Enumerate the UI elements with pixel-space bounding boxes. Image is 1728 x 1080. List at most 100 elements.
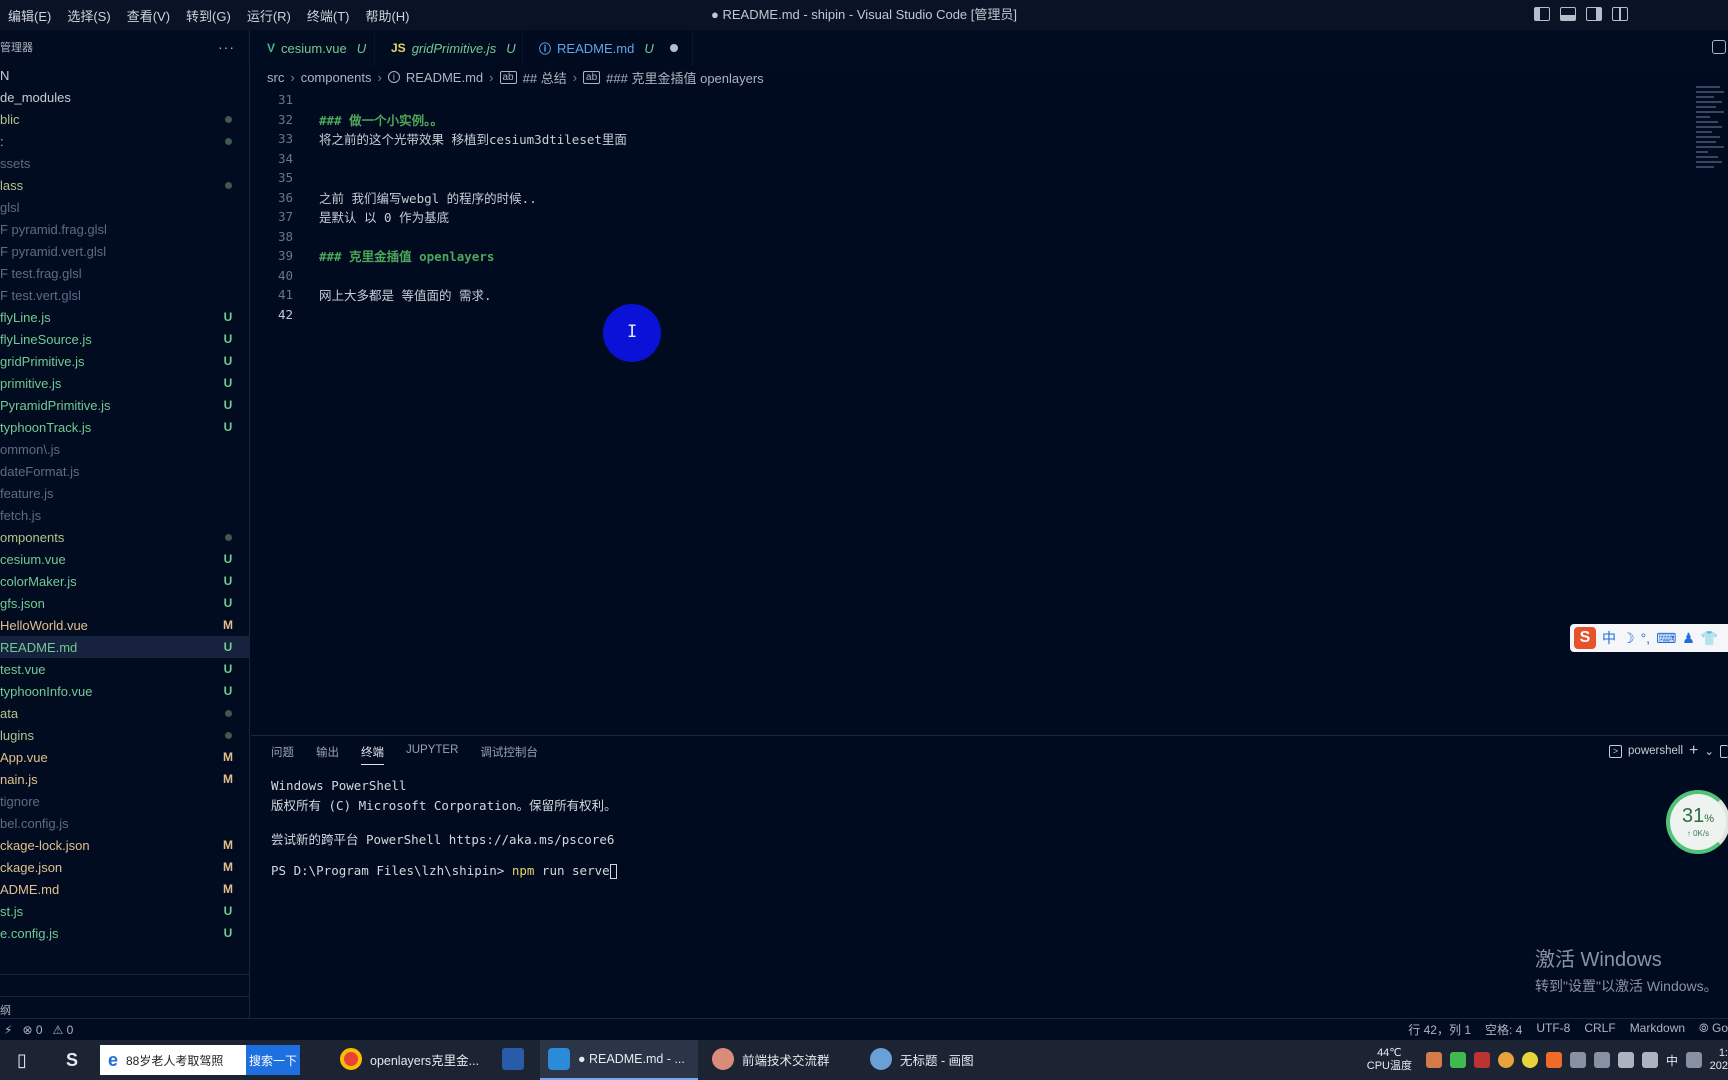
code-line[interactable]: 35 bbox=[251, 168, 1651, 187]
tree-item[interactable]: gfs.json U bbox=[0, 592, 250, 614]
ime-toolbar[interactable]: S 中 ☽ °, ⌨ ♟ 👕 bbox=[1570, 624, 1728, 652]
tree-item[interactable]: ommon\.js bbox=[0, 438, 250, 460]
code-line[interactable]: 31 bbox=[251, 90, 1651, 109]
code-line[interactable]: 37 是默认 以 0 作为基底 bbox=[251, 207, 1651, 226]
tree-item[interactable]: F test.vert.glsl bbox=[0, 284, 250, 306]
terminal-output[interactable]: Windows PowerShell 版权所有 (C) Microsoft Co… bbox=[271, 778, 617, 880]
tab-jupyter[interactable]: JUPYTER bbox=[406, 744, 458, 765]
breadcrumb-section-2[interactable]: ### 克里金插值 openlayers bbox=[606, 68, 764, 87]
tree-item[interactable]: e.config.js U bbox=[0, 922, 250, 944]
breadcrumb-src[interactable]: src bbox=[267, 70, 284, 85]
ime-punct-icon[interactable]: °, bbox=[1641, 630, 1651, 646]
tray-app-icon[interactable] bbox=[1497, 1052, 1514, 1068]
network-speed-widget[interactable]: 31% ↑ 0K/s bbox=[1666, 790, 1728, 854]
go-live[interactable]: ⦾ Go bbox=[1699, 1021, 1728, 1038]
tray-app-icon[interactable] bbox=[1473, 1052, 1490, 1068]
ime-moon-icon[interactable]: ☽ bbox=[1622, 630, 1635, 647]
tree-item[interactable]: N bbox=[0, 64, 250, 86]
code-line[interactable]: 41 网上大多都是 等值面的 需求. bbox=[251, 285, 1651, 304]
ime-keyboard-icon[interactable]: ⌨ bbox=[1656, 630, 1676, 647]
usb-icon[interactable] bbox=[1593, 1052, 1610, 1068]
tree-item[interactable]: typhoonInfo.vue U bbox=[0, 680, 250, 702]
tree-item[interactable]: glsl bbox=[0, 196, 250, 218]
new-terminal-icon[interactable]: + bbox=[1689, 742, 1698, 760]
more-actions-icon[interactable]: ··· bbox=[218, 39, 235, 55]
tree-item[interactable]: lass bbox=[0, 174, 250, 196]
tab-problems[interactable]: 问题 bbox=[271, 744, 294, 765]
tree-item[interactable]: bel.config.js bbox=[0, 812, 250, 834]
code-editor[interactable]: 31 32 ### 做一个小实例。。 33 将之前的这个光带效果 移植到cesium3d… bbox=[251, 90, 1691, 730]
code-line[interactable]: 34 bbox=[251, 149, 1651, 168]
tree-item[interactable]: F pyramid.frag.glsl bbox=[0, 218, 250, 240]
menu-run[interactable]: 运行(R) bbox=[239, 6, 299, 25]
code-line[interactable]: 33 将之前的这个光带效果 移植到cesium3dtileset里面 bbox=[251, 129, 1651, 148]
menu-go[interactable]: 转到(G) bbox=[178, 6, 239, 25]
ime-chinese-icon[interactable]: 中 bbox=[1602, 628, 1616, 648]
unsaved-dot-icon[interactable] bbox=[669, 44, 678, 52]
sogou-logo-icon[interactable]: S bbox=[1574, 627, 1596, 649]
tree-item[interactable]: F pyramid.vert.glsl bbox=[0, 240, 250, 262]
tree-item[interactable]: PyramidPrimitive.js U bbox=[0, 394, 250, 416]
tree-item[interactable]: README.md U bbox=[0, 636, 250, 658]
tray-app-icon[interactable] bbox=[1545, 1052, 1562, 1068]
toggle-panel-icon[interactable] bbox=[1560, 7, 1576, 21]
encoding[interactable]: UTF-8 bbox=[1536, 1021, 1570, 1038]
tab-terminal[interactable]: 终端 bbox=[361, 744, 384, 765]
tree-item[interactable]: omponents bbox=[0, 526, 250, 548]
tree-item[interactable]: dateFormat.js bbox=[0, 460, 250, 482]
code-line[interactable]: 32 ### 做一个小实例。。 bbox=[251, 110, 1651, 129]
tray-app-icon[interactable] bbox=[1425, 1052, 1442, 1068]
tree-item[interactable]: ssets bbox=[0, 152, 250, 174]
code-line[interactable]: 39 ### 克里金插值 openlayers bbox=[251, 246, 1651, 265]
tree-item[interactable]: lugins bbox=[0, 724, 250, 746]
search-button[interactable]: 搜索一下 bbox=[246, 1045, 300, 1075]
volume-icon[interactable] bbox=[1617, 1052, 1634, 1068]
terminal-shell-name[interactable]: powershell bbox=[1628, 745, 1683, 757]
toggle-sidebar-icon[interactable] bbox=[1534, 7, 1550, 21]
warning-count[interactable]: ⚠ 0 bbox=[53, 1023, 74, 1037]
sogou-tray-icon[interactable]: S bbox=[52, 1040, 92, 1080]
tree-item[interactable]: ckage.json M bbox=[0, 856, 250, 878]
tree-item[interactable]: test.vue U bbox=[0, 658, 250, 680]
outline-section[interactable]: 纲 bbox=[0, 1002, 11, 1018]
cursor-position[interactable]: 行 42，列 1 bbox=[1408, 1021, 1471, 1038]
breadcrumb-components[interactable]: components bbox=[301, 70, 372, 85]
menu-view[interactable]: 查看(V) bbox=[119, 6, 178, 25]
tree-item[interactable]: flyLineSource.js U bbox=[0, 328, 250, 350]
clock[interactable]: 1: 202 bbox=[1710, 1047, 1728, 1073]
keyboard-icon[interactable] bbox=[1686, 1052, 1702, 1068]
taskbar-app-powershell[interactable] bbox=[494, 1040, 534, 1080]
tree-item[interactable]: HelloWorld.vue M bbox=[0, 614, 250, 636]
tab-output[interactable]: 输出 bbox=[316, 744, 339, 765]
tree-item[interactable]: feature.js bbox=[0, 482, 250, 504]
chevron-down-icon[interactable]: ⌄ bbox=[1704, 744, 1714, 758]
tree-item[interactable]: primitive.js U bbox=[0, 372, 250, 394]
tab-debug-console[interactable]: 调试控制台 bbox=[480, 744, 538, 765]
breadcrumb-file[interactable]: README.md bbox=[406, 70, 483, 85]
taskbar-app-chrome[interactable]: openlayers克里金... bbox=[332, 1040, 482, 1080]
tree-item[interactable]: colorMaker.js U bbox=[0, 570, 250, 592]
editor-tab[interactable]: Vcesium.vue U bbox=[251, 30, 375, 66]
tree-item[interactable]: flyLine.js U bbox=[0, 306, 250, 328]
editor-tab[interactable]: ⓘ README.md U bbox=[523, 30, 693, 66]
tray-app-icon[interactable] bbox=[1521, 1052, 1538, 1068]
menu-help[interactable]: 帮助(H) bbox=[357, 6, 417, 25]
editor-tab[interactable]: JS gridPrimitive.js U bbox=[375, 30, 523, 66]
tree-item[interactable]: tignore bbox=[0, 790, 250, 812]
indentation[interactable]: 空格: 4 bbox=[1485, 1021, 1522, 1038]
wechat-icon[interactable] bbox=[1449, 1052, 1466, 1068]
tree-item[interactable]: fetch.js bbox=[0, 504, 250, 526]
taskbar-search[interactable]: e 88岁老人考取驾照 搜索一下 bbox=[100, 1045, 300, 1075]
tree-item[interactable]: ata bbox=[0, 702, 250, 724]
code-line[interactable]: 36 之前 我们编写webgl 的程序的时候.. bbox=[251, 188, 1651, 207]
toggle-secondary-sidebar-icon[interactable] bbox=[1586, 7, 1602, 21]
editor-actions-icon[interactable] bbox=[1712, 40, 1726, 54]
minimap[interactable] bbox=[1696, 86, 1726, 176]
menu-selection[interactable]: 选择(S) bbox=[59, 6, 118, 25]
line-ending[interactable]: CRLF bbox=[1584, 1021, 1615, 1038]
code-line[interactable]: 40 bbox=[251, 266, 1651, 285]
search-input[interactable]: 88岁老人考取驾照 bbox=[126, 1052, 246, 1069]
tree-item[interactable]: F test.frag.glsl bbox=[0, 262, 250, 284]
ime-language[interactable]: 中 bbox=[1666, 1052, 1678, 1069]
tree-item[interactable]: gridPrimitive.js U bbox=[0, 350, 250, 372]
